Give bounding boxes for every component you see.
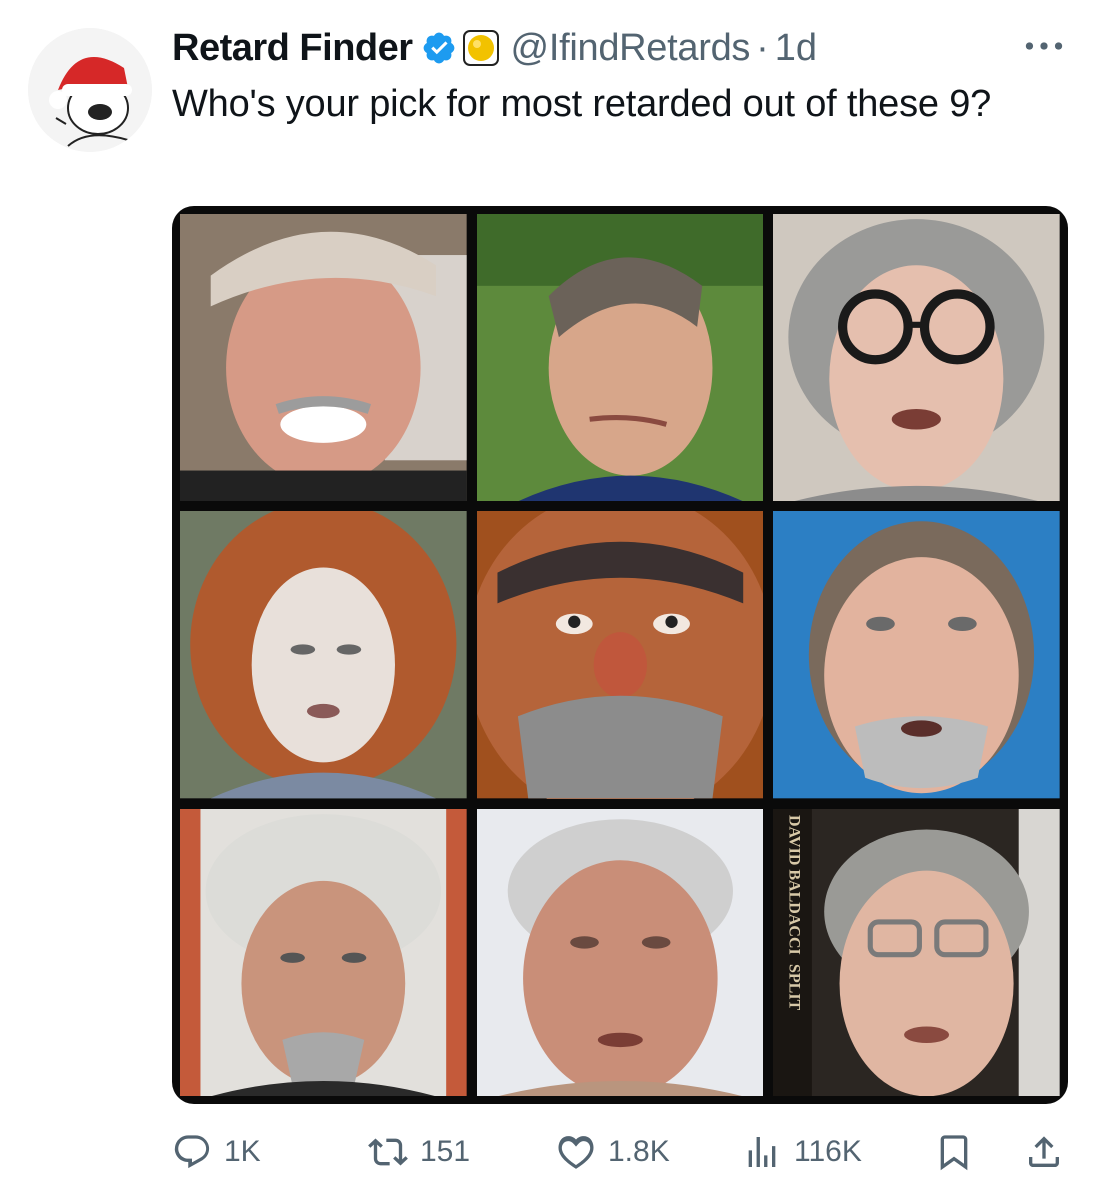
views-bar-icon	[748, 1137, 776, 1167]
like-count: 1.8K	[608, 1135, 670, 1168]
bookmark-button[interactable]	[934, 1126, 974, 1178]
photo-6	[773, 511, 1060, 799]
repost-icon	[368, 1138, 408, 1166]
author-avatar[interactable]	[28, 28, 152, 152]
more-horizontal-icon[interactable]	[1022, 28, 1066, 64]
tweet-header: Retard Finder @IfindRetards · 1d	[172, 22, 817, 74]
gold-circle-icon	[462, 30, 499, 66]
tweet-actions: 1K 151 1.8K 116K	[172, 1126, 1068, 1178]
heart-icon	[558, 1136, 594, 1169]
views-button[interactable]: 116K	[742, 1126, 862, 1178]
repost-button[interactable]: 151	[368, 1126, 470, 1178]
share-button[interactable]	[1024, 1126, 1064, 1178]
tweet-timestamp[interactable]: 1d	[775, 27, 817, 70]
views-count: 116K	[794, 1135, 862, 1168]
author-handle[interactable]: @IfindRetards	[511, 27, 751, 70]
book-title-text: SPLIT	[785, 964, 803, 1011]
photo-9: DAVID BALDACCI SPLIT	[773, 808, 1060, 1096]
photo-1	[180, 214, 467, 502]
book-spine-label: DAVID BALDACCI SPLIT	[781, 815, 805, 1074]
repost-count: 151	[420, 1135, 471, 1168]
reply-button[interactable]: 1K	[172, 1126, 261, 1178]
share-icon	[1029, 1136, 1059, 1167]
tweet-media[interactable]: DAVID BALDACCI SPLIT	[172, 206, 1068, 1104]
photo-2	[476, 214, 764, 502]
bookmark-icon	[940, 1135, 968, 1171]
reply-icon	[174, 1135, 210, 1169]
photo-3	[773, 214, 1060, 502]
verified-badge-icon	[423, 32, 454, 64]
photo-5	[476, 511, 764, 799]
tweet-text: Who's your pick for most retarded out of…	[172, 83, 992, 125]
photo-4	[180, 511, 467, 799]
photo-grid: DAVID BALDACCI SPLIT	[180, 214, 1060, 1096]
photo-7	[180, 808, 467, 1096]
like-button[interactable]: 1.8K	[556, 1126, 670, 1178]
reply-count: 1K	[224, 1135, 261, 1168]
book-author-text: DAVID BALDACCI	[785, 814, 803, 955]
author-name[interactable]: Retard Finder	[172, 27, 413, 70]
photo-8	[476, 808, 764, 1096]
separator-dot: ·	[756, 26, 769, 69]
